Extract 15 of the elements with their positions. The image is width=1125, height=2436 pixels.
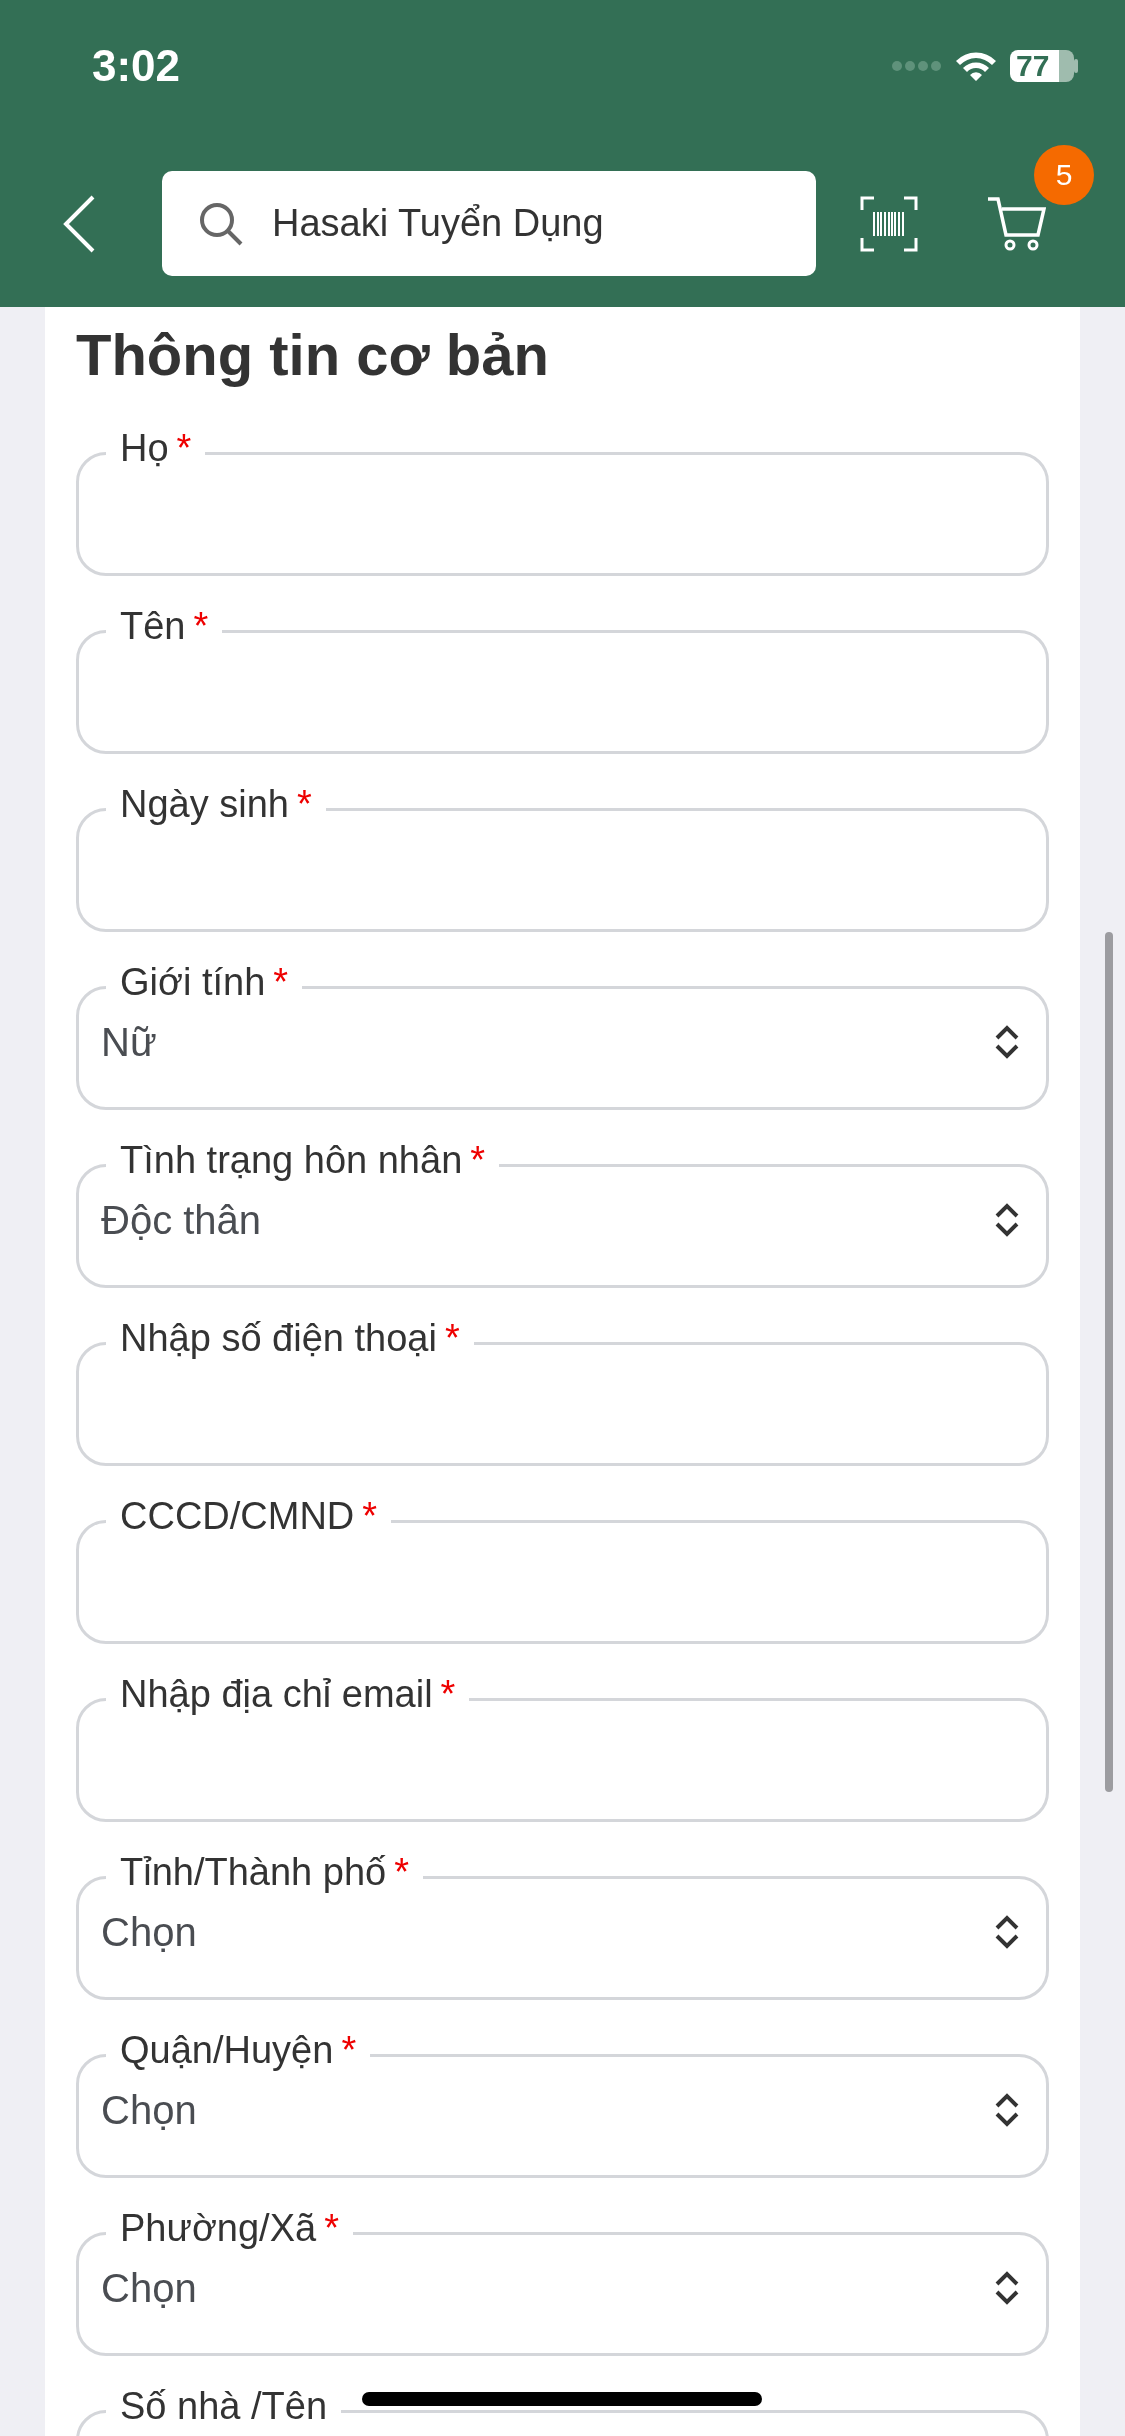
search-icon — [198, 200, 244, 247]
search-field[interactable]: Hasaki Tuyển Dụng — [162, 171, 816, 276]
back-icon[interactable] — [62, 194, 96, 253]
scrollbar[interactable] — [1105, 932, 1113, 1792]
cart-icon[interactable] — [986, 194, 1046, 253]
chevron-updown-icon — [994, 1024, 1020, 1060]
barcode-scan-icon[interactable] — [860, 195, 918, 252]
chevron-updown-icon — [994, 1914, 1020, 1950]
clock-time: 3:02 — [92, 41, 181, 91]
cart-badge: 5 — [1034, 144, 1094, 205]
chevron-updown-icon — [994, 2092, 1020, 2128]
section-title: Thông tin cơ bản — [76, 321, 549, 388]
chevron-updown-icon — [994, 1202, 1020, 1238]
signal-icon — [892, 60, 942, 72]
chevron-updown-icon — [994, 2270, 1020, 2306]
